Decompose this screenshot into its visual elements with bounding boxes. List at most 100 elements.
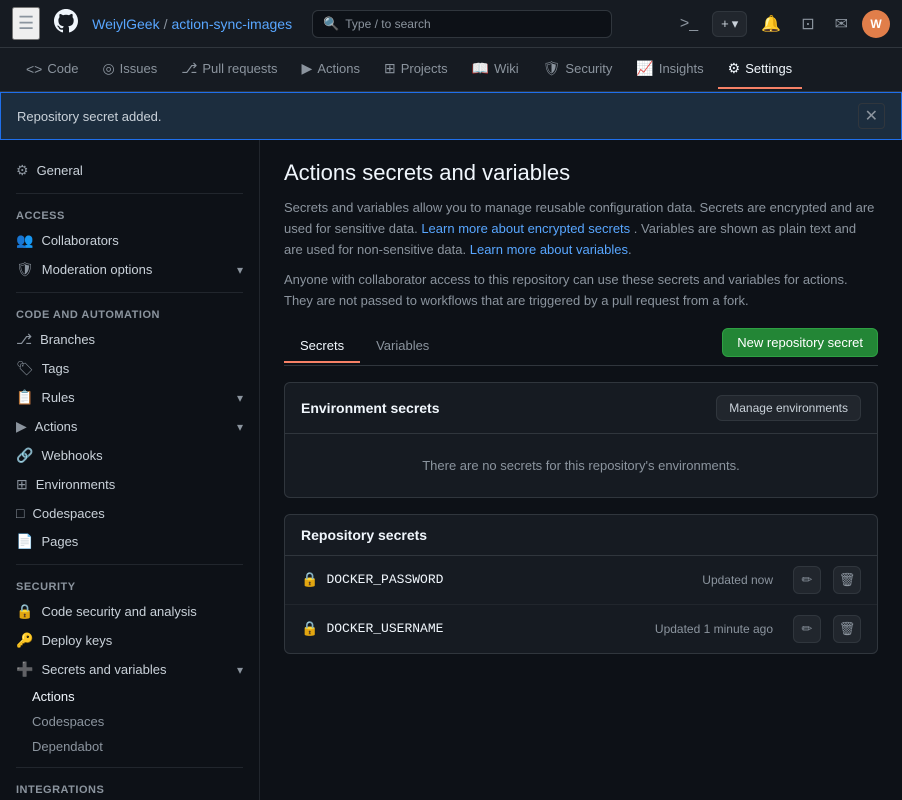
hamburger-button[interactable]: ☰ <box>12 7 40 40</box>
edit-docker-username-button[interactable]: ✏ <box>793 615 821 643</box>
sidebar: ⚙ General Access 👥 Collaborators 🛡 Moder… <box>0 140 260 800</box>
sidebar-item-codespaces[interactable]: □ Codespaces <box>0 499 259 527</box>
secret-name-docker-password: DOCKER_PASSWORD <box>326 572 694 587</box>
sidebar-sub-actions[interactable]: Actions <box>0 684 259 709</box>
sidebar-item-environments[interactable]: ⊞ Environments <box>0 470 259 499</box>
secrets-chevron-icon: ▾ <box>237 663 243 677</box>
environment-secrets-section: Environment secrets Manage environments … <box>284 382 878 498</box>
flash-message: Repository secret added. <box>17 109 162 124</box>
main-content: Actions secrets and variables Secrets an… <box>260 140 902 800</box>
sidebar-sub-dependabot-label: Dependabot <box>32 739 103 754</box>
sidebar-rules-label: Rules <box>41 390 74 405</box>
top-navigation: ☰ WeiylGeek / action-sync-images 🔍 Type … <box>0 0 902 48</box>
repo-nav-insights[interactable]: 📈 Insights <box>626 50 713 89</box>
page-title: Actions secrets and variables <box>284 160 878 186</box>
sidebar-item-tags[interactable]: 🏷 Tags <box>0 354 259 383</box>
env-secrets-empty: There are no secrets for this repository… <box>285 434 877 497</box>
secrets-icon: ➕ <box>16 661 33 678</box>
code-security-icon: 🔒 <box>16 603 33 620</box>
tabs-header: Secrets Variables New repository secret <box>284 328 878 366</box>
sidebar-sub-codespaces[interactable]: Codespaces <box>0 709 259 734</box>
deploy-keys-icon: 🔑 <box>16 632 33 649</box>
search-bar[interactable]: 🔍 Type / to search <box>312 10 612 38</box>
webhooks-icon: 🔗 <box>16 447 33 464</box>
env-secrets-title: Environment secrets <box>301 400 440 416</box>
sidebar-item-branches[interactable]: ⎇ Branches <box>0 325 259 354</box>
flash-close-button[interactable]: ✕ <box>858 103 885 129</box>
sidebar-general-label: General <box>37 163 83 178</box>
sidebar-item-deploy-keys[interactable]: 🔑 Deploy keys <box>0 626 259 655</box>
edit-docker-password-button[interactable]: ✏ <box>793 566 821 594</box>
repo-nav-pulls[interactable]: ⎇ Pull requests <box>171 50 287 89</box>
sidebar-sub-actions-label: Actions <box>32 689 75 704</box>
encrypted-secrets-link[interactable]: Learn more about encrypted secrets <box>421 221 630 236</box>
repo-nav-code[interactable]: <> Code <box>16 51 88 89</box>
sidebar-webhooks-label: Webhooks <box>41 448 102 463</box>
sidebar-pages-label: Pages <box>41 534 78 549</box>
moderation-icon: 🛡 <box>16 261 34 278</box>
avatar[interactable]: W <box>862 10 890 38</box>
tab-variables[interactable]: Variables <box>360 330 445 363</box>
pulls-icon: ⎇ <box>181 60 197 77</box>
search-icon: 🔍 <box>323 16 339 32</box>
sidebar-collaborators-label: Collaborators <box>41 233 118 248</box>
env-secrets-header: Environment secrets Manage environments <box>285 383 877 434</box>
sidebar-item-pages[interactable]: 📄 Pages <box>0 527 259 556</box>
sidebar-item-general[interactable]: ⚙ General <box>0 156 259 185</box>
sidebar-section-access: Access <box>0 202 259 226</box>
sidebar-section-integrations: Integrations <box>0 776 259 800</box>
chevron-down-icon: ▾ <box>237 263 243 277</box>
repo-nav-security[interactable]: 🛡 Security <box>533 50 623 89</box>
sidebar-item-secrets-variables[interactable]: ➕ Secrets and variables ▾ <box>0 655 259 684</box>
sidebar-secrets-label: Secrets and variables <box>41 662 166 677</box>
nav-actions: >_ + ▾ 🔔 ⊡ ✉ W <box>674 10 890 38</box>
repo-nav-security-label: Security <box>565 61 612 76</box>
tab-secrets[interactable]: Secrets <box>284 330 360 363</box>
sidebar-item-rules[interactable]: 📋 Rules ▾ <box>0 383 259 412</box>
secret-updated-docker-password: Updated now <box>702 573 773 587</box>
breadcrumb-repo[interactable]: action-sync-images <box>171 16 292 32</box>
repo-nav-issues[interactable]: ◎ Issues <box>92 50 167 89</box>
repo-nav-settings[interactable]: ⚙ Settings <box>718 50 803 89</box>
repo-nav-issues-label: Issues <box>120 61 158 76</box>
mail-button[interactable]: ✉ <box>829 10 854 38</box>
general-icon: ⚙ <box>16 162 29 179</box>
manage-environments-button[interactable]: Manage environments <box>716 395 861 421</box>
sidebar-sub-dependabot[interactable]: Dependabot <box>0 734 259 759</box>
sidebar-divider <box>16 193 243 194</box>
sidebar-item-collaborators[interactable]: 👥 Collaborators <box>0 226 259 255</box>
repo-nav-settings-label: Settings <box>745 61 792 76</box>
delete-docker-password-button[interactable]: 🗑 <box>833 566 861 594</box>
sidebar-item-moderation[interactable]: 🛡 Moderation options ▾ <box>0 255 259 284</box>
actions-chevron-icon: ▾ <box>237 420 243 434</box>
sidebar-moderation-label: Moderation options <box>42 262 153 277</box>
sidebar-item-code-security[interactable]: 🔒 Code security and analysis <box>0 597 259 626</box>
repo-nav-code-label: Code <box>47 61 78 76</box>
inbox-button[interactable]: ⊡ <box>795 10 820 38</box>
breadcrumb-user[interactable]: WeiylGeek <box>92 16 159 32</box>
new-button[interactable]: + ▾ <box>712 11 747 37</box>
new-repository-secret-button[interactable]: New repository secret <box>722 328 878 357</box>
code-icon: <> <box>26 61 42 77</box>
actions-icon: ▶ <box>302 60 313 77</box>
sidebar-divider-3 <box>16 564 243 565</box>
rules-chevron-icon: ▾ <box>237 391 243 405</box>
sidebar-item-actions[interactable]: ▶ Actions ▾ <box>0 412 259 441</box>
repo-secrets-header: Repository secrets <box>285 515 877 556</box>
wiki-icon: 📖 <box>472 60 489 77</box>
sidebar-tags-label: Tags <box>42 361 69 376</box>
repo-nav-projects[interactable]: ⊞ Projects <box>374 50 458 89</box>
actions-sidebar-icon: ▶ <box>16 418 27 435</box>
repo-nav-wiki-label: Wiki <box>494 61 519 76</box>
repo-nav-wiki[interactable]: 📖 Wiki <box>462 50 529 89</box>
bell-button[interactable]: 🔔 <box>755 10 787 38</box>
issues-icon: ◎ <box>102 60 114 77</box>
sidebar-item-webhooks[interactable]: 🔗 Webhooks <box>0 441 259 470</box>
tags-icon: 🏷 <box>16 360 34 377</box>
delete-docker-username-button[interactable]: 🗑 <box>833 615 861 643</box>
terminal-button[interactable]: >_ <box>674 11 704 37</box>
sidebar-actions-label: Actions <box>35 419 78 434</box>
variables-link[interactable]: Learn more about variables <box>470 242 628 257</box>
repo-nav-actions[interactable]: ▶ Actions <box>292 50 370 89</box>
sidebar-codespaces-label: Codespaces <box>32 506 104 521</box>
